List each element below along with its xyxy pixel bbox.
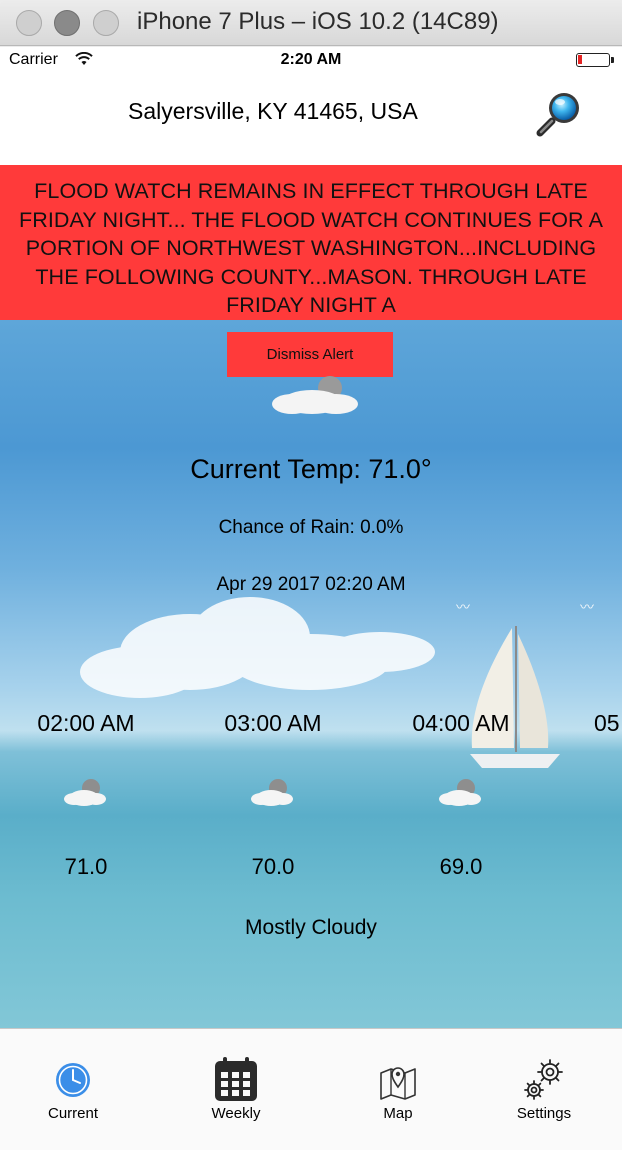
header: Salyersville, KY 41465, USA [0, 73, 622, 165]
minimize-window-button[interactable] [54, 10, 80, 36]
partly-cloudy-night-icon [272, 376, 358, 414]
chance-of-rain: Chance of Rain: 0.0% [218, 517, 404, 538]
tab-label: Current [47, 1105, 99, 1122]
tab-label: Map [383, 1105, 413, 1122]
partly-cloudy-night-icon [439, 779, 481, 806]
tab-weekly[interactable]: Weekly [166, 1029, 306, 1139]
current-weather-panel: 〰 〰 Dismiss Alert Current Temp: 71.0° Ch… [0, 320, 622, 1028]
tab-bar: Current Weekly Map Settings [0, 1028, 622, 1150]
current-temperature: Current Temp: 71.0° [190, 454, 432, 484]
hourly-temp-cell: 69.0 [361, 854, 561, 880]
clock-icon [56, 1063, 90, 1097]
window-title: iPhone 7 Plus – iOS 10.2 (14C89) [137, 8, 499, 35]
dismiss-alert-button[interactable]: Dismiss Alert [227, 332, 393, 377]
background-cloud [80, 597, 435, 698]
tab-current[interactable]: Current [3, 1029, 143, 1139]
hourly-forecast-item[interactable]: 02:00 AM [0, 710, 186, 737]
bird-icon: 〰 [456, 599, 470, 615]
hourly-temp: 70.0 [251, 854, 295, 879]
status-bar: Carrier 2:20 AM [0, 47, 622, 73]
zoom-window-button[interactable] [93, 10, 119, 36]
alert-text: FLOOD WATCH REMAINS IN EFFECT THROUGH LA… [18, 179, 604, 317]
sailboat-image [470, 626, 560, 768]
location-title: Salyersville, KY 41465, USA [128, 98, 418, 124]
tab-map[interactable]: Map [328, 1029, 468, 1139]
battery-icon [576, 53, 614, 67]
close-window-button[interactable] [16, 10, 42, 36]
magnifying-glass-icon[interactable] [535, 88, 585, 138]
partly-cloudy-night-icon [251, 779, 293, 806]
hourly-forecast-item[interactable]: 05 [594, 710, 622, 737]
tab-label: Weekly [211, 1105, 261, 1122]
bird-icon: 〰 [580, 599, 594, 615]
status-time: 2:20 AM [280, 51, 342, 68]
weather-condition: Mostly Cloudy [245, 916, 377, 939]
map-icon [380, 1067, 416, 1100]
tab-label: Settings [516, 1105, 572, 1122]
weather-alert-banner: FLOOD WATCH REMAINS IN EFFECT THROUGH LA… [0, 165, 622, 320]
hourly-time: 03:00 AM [224, 710, 322, 736]
tab-settings[interactable]: Settings [474, 1029, 614, 1139]
hourly-time: 04:00 AM [412, 710, 510, 736]
hourly-temp: 71.0 [64, 854, 108, 879]
hourly-temp-cell: 70.0 [173, 854, 373, 880]
hourly-temp-cell: 71.0 [0, 854, 186, 880]
hourly-temp: 69.0 [439, 854, 483, 879]
window-titlebar: iPhone 7 Plus – iOS 10.2 (14C89) [0, 0, 622, 46]
gear-icon [524, 1059, 563, 1100]
calendar-icon [215, 1057, 257, 1101]
partly-cloudy-night-icon [64, 779, 106, 806]
hourly-time: 02:00 AM [37, 710, 135, 736]
hourly-forecast-item[interactable]: 04:00 AM [361, 710, 561, 737]
hourly-time: 05 [594, 710, 620, 736]
observation-datetime: Apr 29 2017 02:20 AM [216, 574, 406, 595]
hourly-forecast-item[interactable]: 03:00 AM [173, 710, 373, 737]
